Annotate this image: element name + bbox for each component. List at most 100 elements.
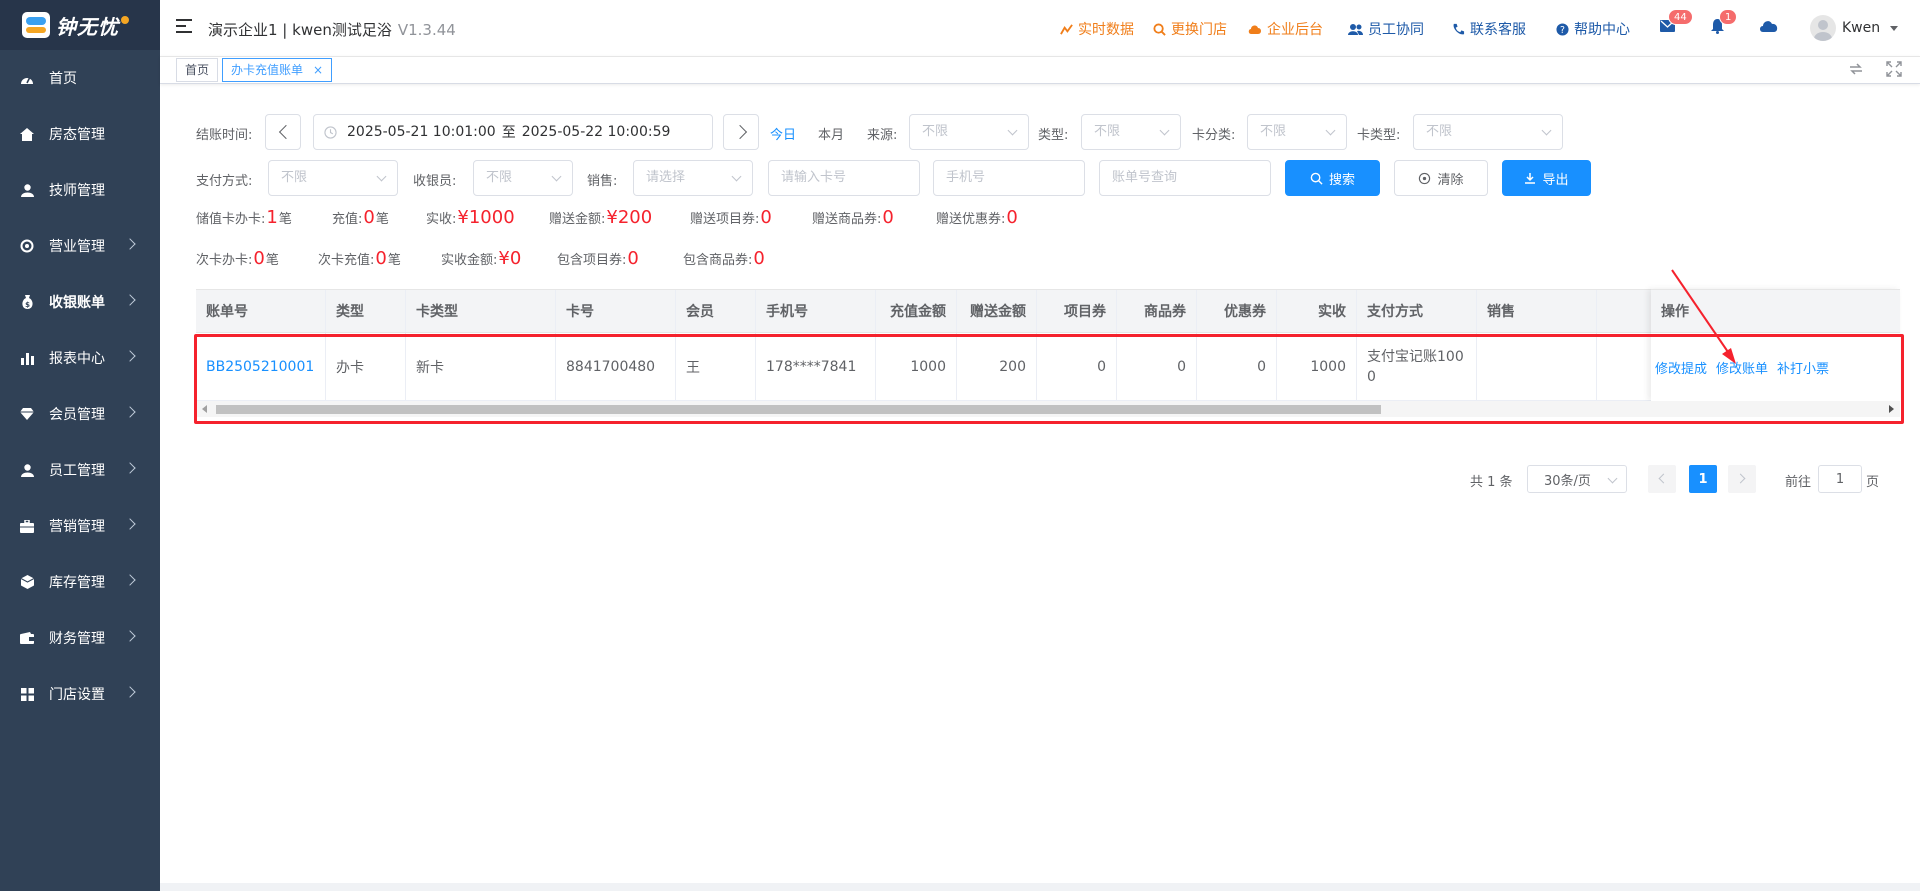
enterprise-backend-link[interactable]: 企业后台 [1248, 19, 1323, 39]
logo[interactable]: 钟无忧 [0, 0, 160, 50]
search-button[interactable]: 搜索 [1285, 160, 1380, 196]
sidebar-item-9[interactable]: 库存管理 [0, 554, 160, 610]
cell-value: 178****7841 [766, 358, 857, 375]
stat-value: 0 [760, 207, 772, 228]
chevron-right-icon [124, 686, 136, 698]
menu-toggle-icon[interactable] [176, 19, 192, 33]
page-prev-button[interactable] [1648, 465, 1676, 493]
goto-label: 前往 [1785, 475, 1812, 490]
this-month-link[interactable]: 本月 [818, 124, 844, 143]
help-center-link[interactable]: ? 帮助中心 [1556, 19, 1630, 39]
stat-label: 次卡充值: [318, 253, 375, 268]
table-cell-0[interactable]: BB2505210001 [196, 333, 326, 400]
chevron-down-icon [731, 171, 742, 182]
page-current[interactable]: 1 [1689, 465, 1717, 493]
stat-row2-1: 次卡充值:0笔 [318, 248, 401, 269]
sidebar-item-1[interactable]: 房态管理 [0, 106, 160, 162]
refresh-icon[interactable] [1848, 61, 1864, 77]
bill-number-link[interactable]: BB2505210001 [206, 359, 314, 375]
search-icon [1310, 172, 1323, 185]
table-row[interactable]: BB2505210001 办卡 新卡 8841700480 王 178****7841 10… [196, 333, 1820, 401]
clear-button-label: 清除 [1437, 172, 1464, 188]
tag-home[interactable]: 首页 [176, 58, 219, 82]
sidebar-item-6[interactable]: 会员管理 [0, 386, 160, 442]
type-value: 不限 [1094, 124, 1121, 139]
table-cell-7: 200 [957, 333, 1037, 400]
diamond-icon [20, 407, 34, 421]
sidebar-item-8[interactable]: 营销管理 [0, 498, 160, 554]
tag-current[interactable]: 办卡充值账单 × [222, 58, 333, 82]
bar-chart-icon [20, 351, 34, 365]
card-number-input[interactable]: 请输入卡号 [768, 160, 920, 196]
sidebar-item-7[interactable]: 员工管理 [0, 442, 160, 498]
sidebar-item-0[interactable]: 首页 [0, 50, 160, 106]
edit-bill-link[interactable]: 修改账单 [1716, 358, 1768, 377]
enterprise-backend-label: 企业后台 [1267, 22, 1323, 38]
sales-select[interactable]: 请选择 [633, 160, 753, 196]
source-label: 来源: [867, 128, 898, 143]
chevron-down-icon [1159, 125, 1170, 136]
chevron-right-icon [124, 462, 136, 474]
mail-button[interactable]: 44 [1660, 9, 1693, 36]
bill-number-input[interactable]: 账单号查询 [1099, 160, 1271, 196]
goto-page-input[interactable]: 1 [1818, 465, 1862, 493]
user-menu[interactable]: Kwen [1810, 15, 1899, 41]
sidebar-item-10[interactable]: 财务管理 [0, 610, 160, 666]
cashier-select[interactable]: 不限 [473, 160, 573, 196]
sidebar-item-5[interactable]: 报表中心 [0, 330, 160, 386]
realtime-data-link[interactable]: 实时数据 [1060, 19, 1134, 39]
type-select[interactable]: 不限 [1081, 114, 1181, 150]
card-type-select[interactable]: 不限 [1413, 114, 1563, 150]
scroll-right-icon[interactable] [1889, 405, 1894, 413]
page-next-button[interactable] [1728, 465, 1756, 493]
notification-button[interactable]: 1 [1710, 9, 1738, 38]
switch-store-link[interactable]: 更换门店 [1153, 19, 1227, 39]
date-range-picker[interactable]: 2025-05-21 10:01:00 至 2025-05-22 10:00:5… [313, 114, 713, 150]
store-title: 演示企业1 | kwen测试足浴 [208, 21, 392, 39]
sidebar-item-11[interactable]: 门店设置 [0, 666, 160, 722]
close-icon[interactable]: × [313, 63, 323, 77]
cloud-icon [1760, 21, 1778, 32]
edit-commission-link[interactable]: 修改提成 [1655, 358, 1707, 377]
dashboard-icon [20, 71, 34, 85]
app-version: V1.3.44 [397, 21, 456, 39]
cell-value: 办卡 [336, 359, 364, 376]
stat-value: 0 [363, 207, 375, 228]
source-select[interactable]: 不限 [909, 114, 1029, 150]
chevron-right-icon [124, 574, 136, 586]
sidebar-item-3[interactable]: 营业管理 [0, 218, 160, 274]
date-prev-button[interactable] [265, 114, 301, 150]
date-start[interactable]: 2025-05-21 10:01:00 [347, 124, 496, 140]
export-button[interactable]: 导出 [1502, 160, 1591, 196]
cloud-button[interactable] [1759, 19, 1779, 37]
contact-support-link[interactable]: 联系客服 [1452, 19, 1526, 39]
clear-button[interactable]: 清除 [1394, 160, 1488, 196]
fullscreen-icon[interactable] [1886, 61, 1902, 77]
scroll-left-icon[interactable] [202, 405, 207, 413]
chevron-down-icon [1607, 473, 1618, 484]
date-end[interactable]: 2025-05-22 10:00:59 [522, 124, 671, 140]
sidebar-item-4[interactable]: $ 收银账单 [0, 274, 160, 330]
cube-icon [20, 575, 34, 589]
card-category-select[interactable]: 不限 [1247, 114, 1347, 150]
horizontal-scrollbar[interactable] [196, 401, 1900, 417]
chevron-down-icon [1541, 125, 1552, 136]
page-size-select[interactable]: 30条/页 [1527, 465, 1627, 493]
sales-placeholder: 请选择 [646, 170, 686, 185]
chevron-down-icon [376, 171, 387, 182]
clear-circle-icon [1419, 172, 1431, 184]
date-next-button[interactable] [723, 114, 759, 150]
column-header-10: 优惠券 [1197, 290, 1277, 332]
payment-method-select[interactable]: 不限 [268, 160, 398, 196]
phone-input[interactable]: 手机号 [933, 160, 1085, 196]
scrollbar-thumb[interactable] [216, 405, 1381, 414]
briefcase-icon [20, 519, 34, 533]
staff-collab-link[interactable]: 员工协同 [1348, 19, 1424, 39]
column-header-9: 商品券 [1117, 290, 1197, 332]
sidebar-item-2[interactable]: 技师管理 [0, 162, 160, 218]
today-link[interactable]: 今日 [770, 124, 796, 143]
money-bag-icon: $ [20, 295, 34, 309]
compass-icon [20, 239, 34, 253]
operations-cell: 修改提成 修改账单 补打小票 [1651, 333, 1900, 401]
reprint-receipt-link[interactable]: 补打小票 [1777, 358, 1829, 377]
